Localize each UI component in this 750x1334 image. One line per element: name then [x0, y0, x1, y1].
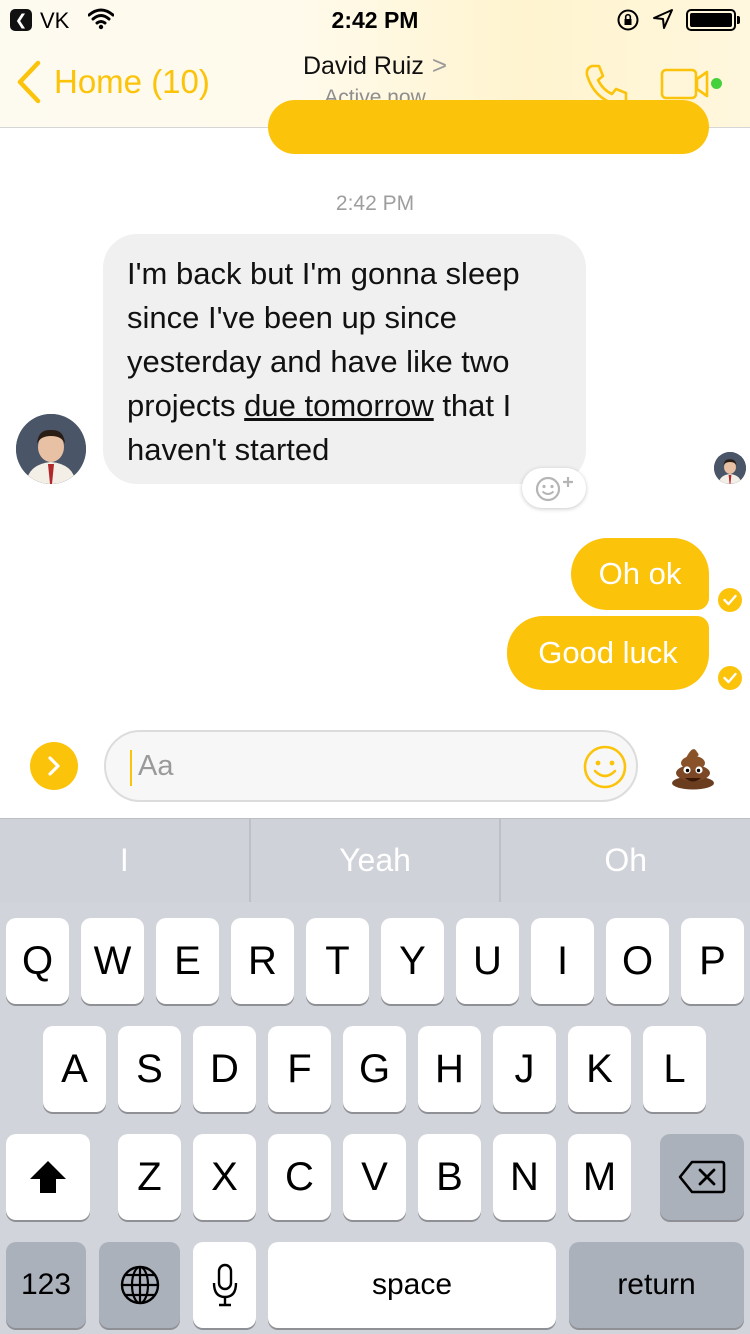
key-m[interactable]: M [568, 1134, 631, 1220]
key-z[interactable]: Z [118, 1134, 181, 1220]
online-indicator [711, 78, 722, 89]
suggestion-2[interactable]: Yeah [251, 819, 502, 902]
previous-outgoing-message[interactable] [268, 100, 709, 154]
key-e[interactable]: E [156, 918, 219, 1004]
text-caret [130, 750, 132, 786]
key-d[interactable]: D [193, 1026, 256, 1112]
outgoing-message[interactable]: Good luck [507, 616, 709, 690]
key-p[interactable]: P [681, 918, 744, 1004]
key-i[interactable]: I [531, 918, 594, 1004]
key-t[interactable]: T [306, 918, 369, 1004]
message-text: Oh ok [598, 556, 682, 591]
space-key[interactable]: space [268, 1242, 556, 1328]
message-composer: Aa [0, 716, 750, 818]
key-l[interactable]: L [643, 1026, 706, 1112]
keyboard: Q W E R T Y U I O P A S D F G H J K L Z … [0, 902, 750, 1334]
key-f[interactable]: F [268, 1026, 331, 1112]
key-o[interactable]: O [606, 918, 669, 1004]
key-r[interactable]: R [231, 918, 294, 1004]
status-bar: ❮ VK 2:42 PM [0, 0, 750, 40]
backspace-icon [678, 1160, 726, 1194]
poop-emoji-icon[interactable] [670, 746, 716, 795]
outgoing-message[interactable]: Oh ok [571, 538, 709, 610]
contact-name: David Ruiz [302, 52, 424, 80]
microphone-icon [212, 1263, 237, 1307]
numbers-key[interactable]: 123 [6, 1242, 86, 1328]
chevron-right-icon: > [431, 50, 448, 80]
smiley-icon[interactable] [582, 744, 628, 795]
key-v[interactable]: V [343, 1134, 406, 1220]
key-k[interactable]: K [568, 1026, 631, 1112]
key-a[interactable]: A [43, 1026, 106, 1112]
suggestion-1[interactable]: I [0, 819, 251, 902]
key-x[interactable]: X [193, 1134, 256, 1220]
key-g[interactable]: G [343, 1026, 406, 1112]
globe-key[interactable] [99, 1242, 180, 1328]
delete-key[interactable] [660, 1134, 744, 1220]
key-s[interactable]: S [118, 1026, 181, 1112]
key-u[interactable]: U [456, 918, 519, 1004]
key-n[interactable]: N [493, 1134, 556, 1220]
key-b[interactable]: B [418, 1134, 481, 1220]
message-text: Good luck [538, 635, 678, 670]
read-receipt-avatar [714, 452, 746, 484]
key-q[interactable]: Q [6, 918, 69, 1004]
key-h[interactable]: H [418, 1026, 481, 1112]
chevron-right-icon [48, 756, 60, 776]
add-reaction-button[interactable] [522, 468, 586, 508]
incoming-message[interactable]: I'm back but I'm gonna sleep since I've … [103, 234, 586, 484]
orientation-lock-icon [616, 8, 640, 37]
key-c[interactable]: C [268, 1134, 331, 1220]
predictive-text-bar: I Yeah Oh [0, 818, 750, 902]
location-arrow-icon [652, 8, 674, 35]
shift-key[interactable] [6, 1134, 90, 1220]
message-input-placeholder: Aa [138, 750, 174, 782]
more-actions-button[interactable] [30, 742, 78, 790]
dictation-key[interactable] [193, 1242, 256, 1328]
suggestion-3[interactable]: Oh [501, 819, 750, 902]
shift-arrow-icon [30, 1161, 66, 1193]
seen-check-icon [718, 666, 742, 690]
add-reaction-icon [535, 476, 573, 502]
key-w[interactable]: W [81, 918, 144, 1004]
contact-avatar[interactable] [16, 414, 86, 484]
contact-name-button[interactable]: David Ruiz > [0, 50, 750, 81]
seen-check-icon [718, 588, 742, 612]
globe-icon [120, 1265, 159, 1305]
message-input[interactable]: Aa [104, 730, 638, 802]
return-key[interactable]: return [569, 1242, 744, 1328]
message-timestamp: 2:42 PM [335, 192, 415, 215]
key-y[interactable]: Y [381, 918, 444, 1004]
message-link[interactable]: due tomorrow [244, 388, 434, 423]
battery-icon [686, 9, 740, 31]
key-j[interactable]: J [493, 1026, 556, 1112]
